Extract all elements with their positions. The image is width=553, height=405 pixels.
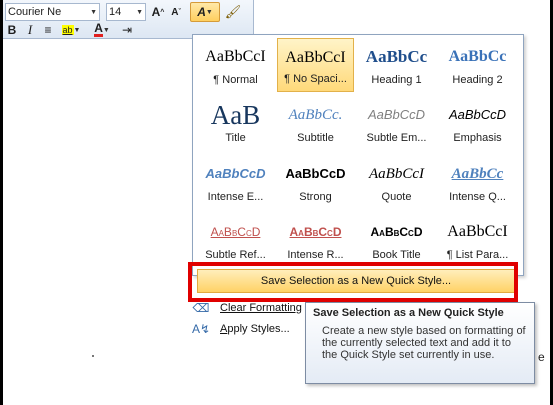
chevron-down-icon[interactable]: ▼ <box>90 9 97 16</box>
highlighter-icon: ab <box>61 25 74 35</box>
style-preview: AaBbCcD <box>205 166 266 181</box>
style-tile-subtle-emphasis[interactable]: AaBbCcD Subtle Em... <box>358 96 435 150</box>
center-align-icon: ≡ <box>44 23 52 37</box>
style-preview: AaBbCcI <box>205 48 266 65</box>
style-label: Subtitle <box>297 132 334 144</box>
indent-icon: ⇥ <box>121 23 133 37</box>
increase-indent-button[interactable]: ⇥ <box>119 22 135 38</box>
style-preview: AaBbCcD <box>210 225 261 239</box>
style-preview: AaBbCc <box>365 47 428 66</box>
chevron-down-icon: ▼ <box>205 8 213 16</box>
italic-icon: I <box>27 22 33 37</box>
style-preview: AaBbCc <box>448 48 507 65</box>
style-label: Subtle Ref... <box>205 249 266 261</box>
style-preview: AaBbCcD <box>367 107 426 122</box>
style-tile-emphasis[interactable]: AaBbCcD Emphasis <box>439 96 516 150</box>
center-align-button[interactable]: ≡ <box>41 22 55 38</box>
format-painter-button[interactable]: 🖌 <box>224 3 242 21</box>
left-frame-border <box>0 0 3 405</box>
font-size-value: 14 <box>109 6 122 18</box>
screen-tip: Save Selection as a New Quick Style Crea… <box>305 302 535 384</box>
chevron-down-icon[interactable]: ▼ <box>103 27 110 34</box>
screen-tip-body: Create a new style based on formatting o… <box>322 325 526 361</box>
font-color-icon: A <box>94 21 103 37</box>
highlight-annotation-box <box>188 262 518 302</box>
style-label: Heading 2 <box>452 74 503 86</box>
style-preview: AaBbCcD <box>370 225 423 239</box>
style-tile-intense-quote[interactable]: AaBbCc Intense Q... <box>439 155 516 209</box>
style-tile-quote[interactable]: AaBbCcI Quote <box>358 155 435 209</box>
chevron-down-icon[interactable]: ▼ <box>136 9 143 16</box>
apply-styles-icon: A↯ <box>191 322 211 336</box>
format-painter-icon: 🖌 <box>224 4 242 19</box>
style-tile-book-title[interactable]: AaBbCcD Book Title <box>358 213 435 267</box>
grow-font-button[interactable]: A ^ <box>150 3 166 21</box>
font-color-button[interactable]: A ▼ <box>89 22 115 38</box>
style-preview: AaBbCcD <box>285 166 346 181</box>
style-preview: AaBbCcD <box>289 225 342 239</box>
style-label: Title <box>225 132 246 144</box>
screen-tip-title: Save Selection as a New Quick Style <box>313 307 504 319</box>
style-preview: AaBbCcD <box>448 107 507 122</box>
style-tile-heading-1[interactable]: AaBbCc Heading 1 <box>358 38 435 92</box>
document-text-fragment: e <box>538 350 545 364</box>
style-tile-heading-2[interactable]: AaBbCc Heading 2 <box>439 38 516 92</box>
style-tile-subtitle[interactable]: AaBbCc. Subtitle <box>277 96 354 150</box>
style-tile-intense-emphasis[interactable]: AaBbCcD Intense E... <box>197 155 274 209</box>
highlight-color-button[interactable]: ab ▼ <box>58 22 84 38</box>
font-name-combo[interactable]: Courier Ne ▼ <box>5 3 100 21</box>
style-preview: AaBbCcI <box>369 166 424 182</box>
style-tile-normal[interactable]: AaBbCcI ¶ Normal <box>197 38 274 92</box>
quick-styles-button[interactable]: A ▼ <box>190 2 220 22</box>
style-preview: AaBbCc <box>451 166 504 182</box>
styles-icon: A <box>197 5 206 19</box>
eraser-icon: ⌫ <box>192 301 210 315</box>
shrink-font-button[interactable]: Aˇ <box>168 3 184 21</box>
style-label: Quote <box>381 191 412 203</box>
style-preview: AaBbCcI <box>285 49 346 66</box>
style-label: ¶ No Spaci... <box>284 73 347 85</box>
shrink-font-icon: A <box>171 6 179 18</box>
italic-button[interactable]: I <box>23 22 37 38</box>
style-label: Strong <box>299 191 332 203</box>
style-label: ¶ Normal <box>213 74 258 86</box>
style-label: Book Title <box>372 249 421 261</box>
apply-styles-label: Apply Styles... <box>220 323 290 335</box>
chevron-down-icon[interactable]: ▼ <box>74 27 81 34</box>
style-label: Heading 1 <box>371 74 422 86</box>
quick-styles-gallery: AaBbCcI ¶ Normal AaBbCcI ¶ No Spaci... A… <box>192 34 524 276</box>
style-preview: AaBbCc. <box>288 107 343 123</box>
style-tile-title[interactable]: AaB Title <box>197 96 274 150</box>
clear-formatting-label: Clear Formatting <box>220 302 302 314</box>
style-label: Subtle Em... <box>366 132 427 144</box>
style-label: Intense R... <box>287 249 344 261</box>
font-name-value: Courier Ne <box>8 6 62 18</box>
style-label: Intense E... <box>207 191 264 203</box>
style-tile-no-spacing[interactable]: AaBbCcI ¶ No Spaci... <box>277 38 354 92</box>
style-preview: AaB <box>210 100 261 130</box>
style-tile-subtle-reference[interactable]: AaBbCcD Subtle Ref... <box>197 213 274 267</box>
style-label: Emphasis <box>453 132 502 144</box>
font-size-combo[interactable]: 14 ▼ <box>106 3 146 21</box>
document-mark <box>92 355 94 357</box>
style-label: Intense Q... <box>449 191 506 203</box>
style-label: ¶ List Para... <box>446 249 509 261</box>
style-preview: AaBbCcI <box>447 223 508 240</box>
style-tile-intense-reference[interactable]: AaBbCcD Intense R... <box>277 213 354 267</box>
bold-button[interactable]: B <box>4 22 20 38</box>
style-tile-list-paragraph[interactable]: AaBbCcI ¶ List Para... <box>439 213 516 267</box>
grow-font-icon: A <box>151 5 161 19</box>
style-tile-strong[interactable]: AaBbCcD Strong <box>277 155 354 209</box>
bold-icon: B <box>7 23 17 37</box>
